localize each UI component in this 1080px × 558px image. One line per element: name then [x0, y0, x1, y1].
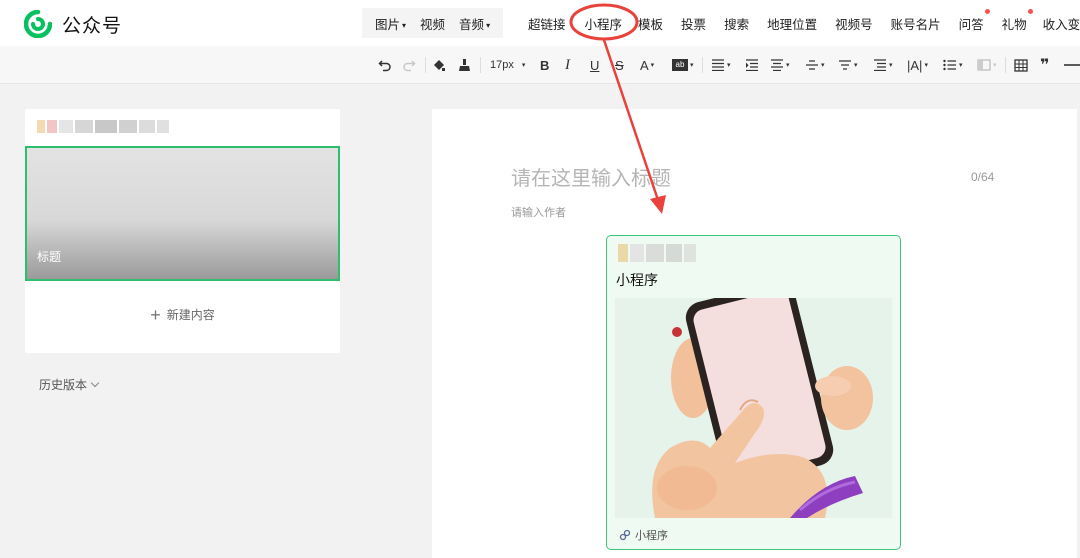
nav-image-label: 图片: [375, 17, 401, 32]
format-paint-icon[interactable]: [432, 55, 446, 75]
border-icon[interactable]: ▾: [977, 55, 997, 75]
top-nav: 公众号 图片 ▾ 视频 音频 ▾ 超链接 小程序 模板 投票 搜索 地理位置 视频号…: [0, 0, 1080, 46]
paragraph-spacing-icon[interactable]: ▾: [873, 55, 893, 75]
font-size-value: 17px: [490, 59, 514, 71]
brand-name: 公众号: [62, 15, 123, 37]
toolbar-divider: [480, 57, 481, 73]
nav-hyperlink[interactable]: 超链接: [521, 14, 573, 33]
toolbar-divider: [425, 57, 426, 73]
notification-dot: [984, 8, 990, 14]
article-cover-item[interactable]: 标题: [25, 146, 340, 281]
chevron-down-icon: [90, 378, 100, 388]
divider-icon[interactable]: [1064, 55, 1080, 75]
wechat-official-account-logo-icon: [24, 10, 52, 38]
nav-qa[interactable]: 问答: [952, 8, 991, 33]
nav-image[interactable]: 图片 ▾: [368, 14, 413, 33]
nav-channels[interactable]: 视频号: [828, 14, 880, 33]
author-input[interactable]: 请输入作者: [511, 204, 566, 220]
nav-video-label: 视频: [420, 17, 446, 32]
title-char-count: 0/64: [971, 170, 995, 184]
clear-format-icon[interactable]: [458, 55, 471, 75]
media-nav-group: 图片 ▾ 视频 音频 ▾: [362, 8, 504, 38]
insert-nav-group: 超链接 小程序 模板 投票 搜索 地理位置 视频号 账号名片 问答 礼物 收入变: [521, 8, 1080, 38]
font-color-icon[interactable]: A ▾: [640, 55, 654, 75]
nav-audio-label: 音频: [459, 17, 485, 32]
background-color-icon[interactable]: ab ▾: [672, 55, 694, 75]
letter-spacing-icon[interactable]: |A| ▾: [907, 55, 928, 75]
toolbar-divider: [702, 57, 703, 73]
mini-program-icon: [619, 529, 631, 541]
line-height-icon[interactable]: ▾: [838, 55, 858, 75]
plus-icon: +: [150, 305, 161, 325]
title-input[interactable]: 请在这里输入标题: [511, 162, 671, 191]
redo-icon[interactable]: [402, 55, 416, 75]
mini-program-account-blurred: [618, 244, 696, 262]
caret-down-icon: ▾: [924, 62, 928, 69]
quote-icon[interactable]: ❞: [1040, 55, 1049, 75]
mini-program-footer-label: 小程序: [635, 530, 668, 542]
phone-hand-illustration: [615, 298, 892, 518]
caret-down-icon: ▾: [993, 62, 997, 69]
mini-program-footer: 小程序: [619, 527, 668, 543]
new-content-button[interactable]: + 新建内容: [25, 305, 340, 326]
undo-icon[interactable]: [378, 55, 392, 75]
toolbar-divider: [1005, 57, 1006, 73]
nav-gift-label: 礼物: [1001, 17, 1027, 32]
bold-icon[interactable]: B: [540, 55, 549, 75]
cover-title: 标题: [37, 250, 62, 264]
history-label: 历史版本: [39, 378, 88, 392]
text-align-icon[interactable]: ▾: [770, 55, 790, 75]
nav-income[interactable]: 收入变: [1036, 14, 1080, 33]
nav-account-card[interactable]: 账号名片: [884, 14, 948, 33]
nav-template[interactable]: 模板: [631, 14, 670, 33]
caret-down-icon: ▾: [727, 62, 731, 69]
align-icon[interactable]: ▾: [711, 55, 731, 75]
list-icon[interactable]: ▾: [943, 55, 963, 75]
history-version-button[interactable]: 历史版本: [39, 376, 100, 393]
nav-mini-program[interactable]: 小程序: [578, 14, 630, 33]
caret-down-icon: ▾: [959, 62, 963, 69]
nav-location[interactable]: 地理位置: [760, 14, 824, 33]
nav-audio[interactable]: 音频 ▾: [452, 14, 497, 33]
new-content-label: 新建内容: [166, 308, 215, 322]
strikethrough-icon[interactable]: S: [615, 55, 624, 75]
nav-video[interactable]: 视频: [413, 14, 452, 33]
caret-down-icon: ▾: [821, 62, 825, 69]
caret-down-icon: ▾: [889, 62, 893, 69]
font-size-select[interactable]: 17px ▾: [490, 55, 525, 75]
logo[interactable]: 公众号: [24, 10, 122, 38]
nav-gift[interactable]: 礼物: [995, 8, 1034, 33]
caret-down-icon: ▾: [486, 20, 491, 30]
italic-icon[interactable]: I: [565, 55, 570, 75]
nav-qa-label: 问答: [958, 17, 984, 32]
account-name-blurred: [37, 120, 175, 133]
caret-down-icon: ▾: [854, 62, 858, 69]
mini-program-card[interactable]: 小程序 小程序: [606, 235, 901, 550]
mini-program-name: 小程序: [616, 272, 658, 288]
indent-icon[interactable]: [745, 55, 759, 75]
underline-icon[interactable]: U: [590, 55, 599, 75]
caret-down-icon: ▾: [402, 20, 407, 30]
table-icon[interactable]: [1014, 55, 1028, 75]
caret-down-icon: ▾: [786, 62, 790, 69]
caret-down-icon: ▾: [521, 62, 526, 69]
format-toolbar: 17px ▾ B I U S A ▾ ab ▾ ▾ ▾ ▾ ▾ ▾ |A| ▾ ▾ ▾ …: [0, 46, 1080, 84]
caret-down-icon: ▾: [650, 62, 655, 69]
nav-search[interactable]: 搜索: [717, 14, 756, 33]
nav-vote[interactable]: 投票: [674, 14, 713, 33]
vertical-align-icon[interactable]: ▾: [805, 55, 825, 75]
caret-down-icon: ▾: [690, 62, 694, 69]
article-list-card: 标题 + 新建内容: [25, 109, 340, 353]
notification-dot: [1027, 8, 1033, 14]
editor-area: 请在这里输入标题 0/64 请输入作者 小程序 小程序: [432, 109, 1077, 558]
